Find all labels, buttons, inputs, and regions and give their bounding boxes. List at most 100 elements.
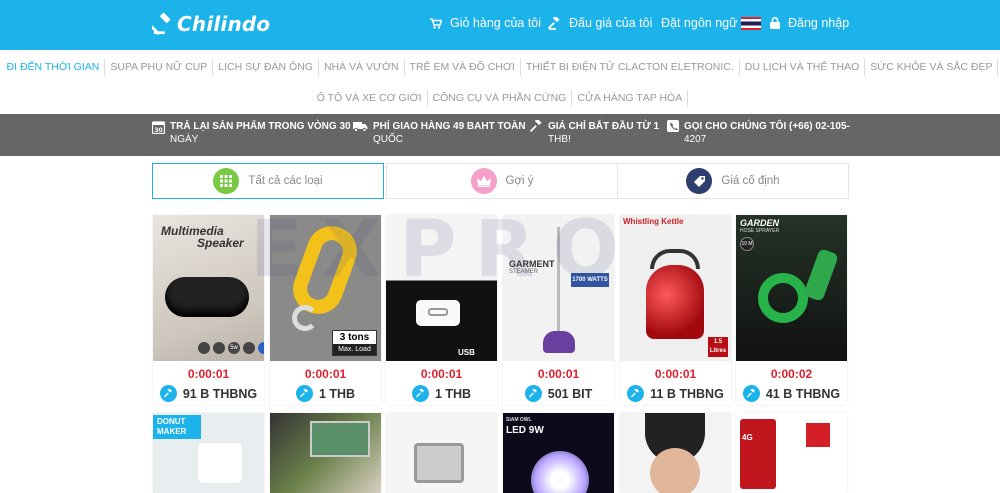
calendar-icon-text: 30 <box>154 127 162 134</box>
gavel-icon <box>152 13 171 35</box>
category-item-men[interactable]: Lịch sự Đàn ông <box>213 59 319 76</box>
product-card[interactable] <box>620 413 731 493</box>
product-image-text: STEAMER <box>509 269 539 275</box>
category-item-home-garden[interactable]: Nhà và vườn <box>319 59 405 76</box>
product-image-text: DONUT MAKER <box>153 415 201 439</box>
info-shipping-line2: quốc <box>373 134 403 145</box>
info-call-line1: Gọi cho chúng tôi (+66) 02-105- <box>684 121 850 132</box>
logo[interactable]: Chilindo <box>152 12 270 36</box>
calendar-icon: 30 <box>152 121 165 134</box>
gavel-icon <box>524 385 542 402</box>
product-image-kettle[interactable]: Whistling Kettle 1.5 Litres <box>620 215 731 361</box>
gavel-icon <box>530 120 542 132</box>
info-shipping-text: Phí giao hàng 49 Baht toàn quốc <box>373 120 526 146</box>
info-price-text: Giá chỉ bắt đầu từ 1 THB! <box>548 120 659 146</box>
category-item-go-to-time[interactable]: Đi đến thời gian <box>2 59 106 76</box>
category-nav: Đi đến thời gian Supa Phụ nữ Cup Lịch sự… <box>0 50 1000 114</box>
price-row: 501 BIT <box>503 385 614 402</box>
steamer-base <box>543 331 575 353</box>
product-image-text: GARDEN <box>740 218 780 228</box>
category-item-women[interactable]: Supa Phụ nữ Cup <box>105 59 214 76</box>
capacity-badge: 1.5 Litres <box>708 337 728 357</box>
spray-gun <box>803 248 839 302</box>
gavel-icon <box>742 385 760 402</box>
product-card[interactable]: GARMENT STEAMER 1700 WATTS 0:00:01 501 B… <box>503 215 614 405</box>
product-card[interactable]: USB 0:00:01 1 THB <box>386 215 497 405</box>
category-item-electronics[interactable]: Thiết bị điện tử Clacton Eletronic. <box>521 59 740 76</box>
projection-screen-shape <box>310 421 370 457</box>
countdown-timer: 0:00:01 <box>304 367 347 381</box>
brand-logo-shape <box>806 423 830 447</box>
price-row: 41 B THBNG <box>736 385 847 402</box>
info-bar: 30 Trả lại sản phẩm trong vòng 30 ngày P… <box>0 114 1000 156</box>
product-card[interactable]: Whistling Kettle 1.5 Litres 0:00:01 11 B… <box>620 215 731 405</box>
product-image-text: Speaker <box>197 236 244 250</box>
info-returns-text: Trả lại sản phẩm trong vòng 30 ngày <box>170 120 351 146</box>
product-image-usb-adapter[interactable]: USB <box>386 215 497 361</box>
cart-link[interactable]: Giỏ hàng của tôi <box>430 16 541 30</box>
language-label: Đặt ngôn ngữ <box>661 16 738 30</box>
tag-icon <box>686 168 713 194</box>
product-image-text: USB <box>458 348 475 357</box>
crown-icon <box>470 168 497 194</box>
gavel-icon <box>295 385 313 402</box>
info-call-line2: 4207 <box>684 134 707 145</box>
steamer-pole <box>557 227 560 335</box>
tab-suggestions[interactable]: Gợi ý <box>386 163 618 199</box>
grid-icon <box>213 168 240 194</box>
tab-fixed-price[interactable]: Giá cố định <box>617 163 849 199</box>
product-card[interactable] <box>386 413 497 493</box>
feature-icon <box>198 342 210 354</box>
gavel-icon <box>627 385 645 402</box>
face-shape <box>650 448 700 493</box>
led-bulb-shape <box>531 451 589 493</box>
gavel-icon <box>159 385 177 402</box>
product-card[interactable]: SIAM OWL LED 9W <box>503 413 614 493</box>
product-card[interactable]: 3 tons Max. Load 0:00:01 1 THB <box>270 215 381 405</box>
info-returns: 30 Trả lại sản phẩm trong vòng 30 ngày <box>152 120 351 146</box>
product-image-text: 4G <box>742 433 753 442</box>
product-image-text: SIAM OWL <box>506 417 532 423</box>
login-link[interactable]: Đăng nhập <box>770 16 849 30</box>
capacity-label: 3 tons Max. Load <box>332 330 377 356</box>
product-image-text: HOSE SPRAYER <box>740 228 780 234</box>
category-item-grocery[interactable]: Cửa hàng tạp hóa <box>572 90 689 107</box>
product-image-garment-steamer[interactable]: GARMENT STEAMER 1700 WATTS <box>503 215 614 361</box>
product-card[interactable]: Multimedia Speaker 5w 0:00:01 91 B THBNG <box>153 215 264 405</box>
category-item-automotive[interactable]: Ô tô và xe cơ giới <box>312 90 428 107</box>
lock-icon <box>770 17 780 29</box>
info-call-text: Gọi cho chúng tôi (+66) 02-105- 4207 <box>684 120 850 146</box>
tab-fixed-price-label: Giá cố định <box>721 175 780 187</box>
countdown-timer: 0:00:01 <box>537 367 580 381</box>
price-row: 1 THB <box>386 385 497 402</box>
product-card[interactable]: GARDEN HOSE SPRAYER 10 M 0:00:02 41 B TH… <box>736 215 847 405</box>
price-row: 91 B THBNG <box>153 385 264 402</box>
strap-shape <box>286 219 364 321</box>
product-card[interactable]: 4G <box>736 413 847 493</box>
product-image-garden-hose[interactable]: GARDEN HOSE SPRAYER 10 M <box>736 215 847 361</box>
top-header: Chilindo Giỏ hàng của tôi Đấu giá của tô… <box>0 0 1000 50</box>
product-card[interactable] <box>270 413 381 493</box>
category-item-tools-hardware[interactable]: Công cụ và Phần cứng <box>428 90 573 107</box>
product-card[interactable]: DONUT MAKER <box>153 413 264 493</box>
countdown-timer: 0:00:01 <box>420 367 463 381</box>
category-row-1: Đi đến thời gian Supa Phụ nữ Cup Lịch sự… <box>0 59 1000 76</box>
category-item-travel-sports[interactable]: Du lịch và thể thao <box>740 59 866 76</box>
my-auctions-link[interactable]: Đấu giá của tôi <box>548 16 652 30</box>
product-image-text: LED 9W <box>506 425 544 436</box>
category-item-kids-toys[interactable]: Trẻ em và đồ chơi <box>405 59 521 76</box>
current-price: 501 BIT <box>547 386 593 401</box>
thailand-flag-icon <box>741 16 762 30</box>
category-item-health-beauty[interactable]: Sức khỏe và sắc đẹp <box>865 59 999 76</box>
category-row-2: Ô tô và xe cơ giới Công cụ và Phần cứng … <box>0 90 1000 107</box>
feature-icon-5w: 5w <box>228 342 240 354</box>
current-price: 41 B THBNG <box>765 386 841 401</box>
language-selector[interactable]: Đặt ngôn ngữ <box>661 16 762 30</box>
login-label: Đăng nhập <box>788 16 850 30</box>
tab-all-categories[interactable]: Tất cả các loại <box>152 163 384 199</box>
wattage-badge: 1700 WATTS <box>571 273 609 287</box>
product-image-tow-strap[interactable]: 3 tons Max. Load <box>270 215 381 361</box>
product-image-speaker[interactable]: Multimedia Speaker 5w <box>153 215 264 361</box>
current-price: 1 THB <box>318 386 356 401</box>
product-image-text: Max. Load <box>333 344 376 355</box>
